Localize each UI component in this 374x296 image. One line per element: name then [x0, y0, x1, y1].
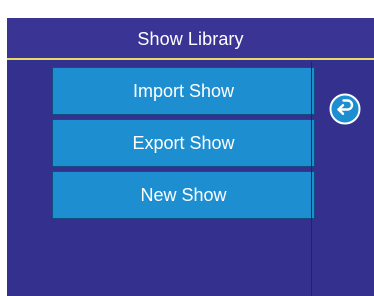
show-library-panel: Show Library Import Show Export Show New…	[7, 18, 374, 296]
import-show-button[interactable]: Import Show	[52, 67, 315, 115]
new-show-button[interactable]: New Show	[52, 171, 315, 219]
header-bar: Show Library	[7, 18, 374, 58]
screen: Show Library Import Show Export Show New…	[0, 0, 374, 296]
back-button[interactable]	[328, 92, 362, 126]
return-arrow-icon	[329, 93, 361, 125]
side-panel-divider	[311, 62, 312, 296]
header-divider	[7, 58, 374, 60]
export-show-button[interactable]: Export Show	[52, 119, 315, 167]
page-title: Show Library	[137, 29, 244, 49]
